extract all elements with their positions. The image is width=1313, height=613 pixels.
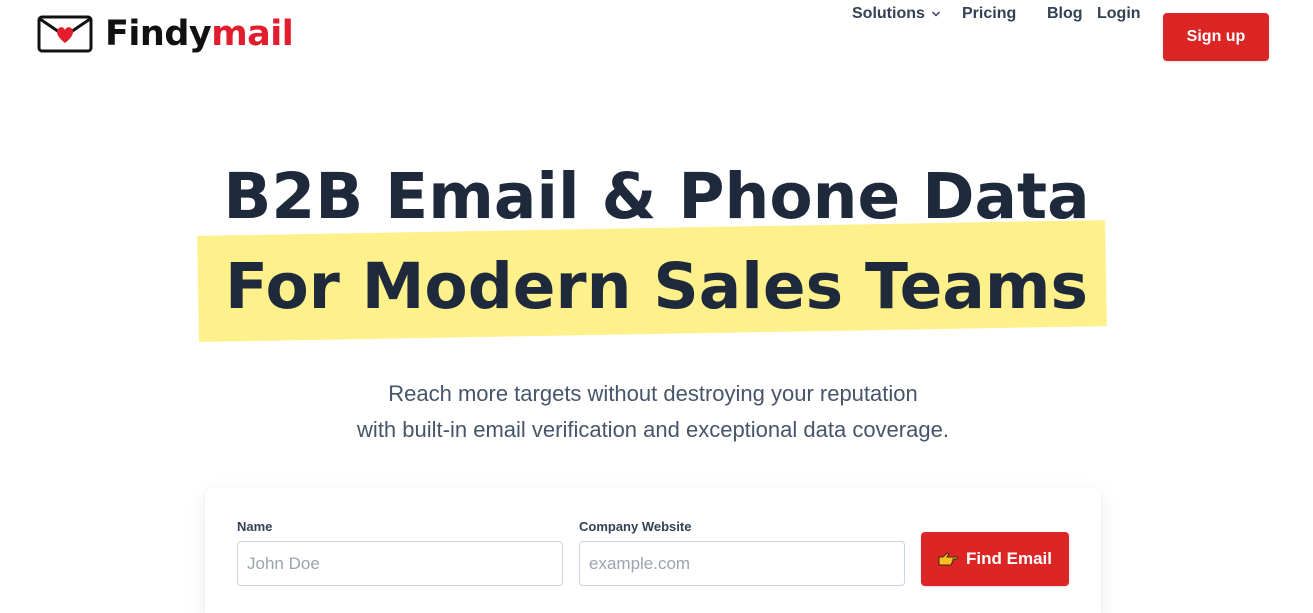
find-email-button[interactable]: Find Email: [921, 532, 1069, 586]
pointing-hand-icon: [938, 552, 959, 566]
chevron-down-icon: [931, 11, 940, 17]
company-website-input[interactable]: [579, 541, 905, 586]
name-label: Name: [237, 519, 273, 534]
site-header: Findymail Solutions Pricing Blog Login S…: [0, 0, 1313, 76]
nav-solutions[interactable]: Solutions: [852, 0, 941, 28]
signup-button[interactable]: Sign up: [1163, 13, 1269, 61]
company-website-label: Company Website: [579, 519, 692, 534]
envelope-heart-icon: [37, 15, 93, 53]
brand-wordmark: Findymail: [105, 14, 294, 54]
brand-name-part1: Findy: [105, 14, 212, 54]
nav-blog[interactable]: Blog: [1047, 0, 1083, 28]
brand-name-part2: mail: [211, 14, 294, 54]
nav-solutions-label: Solutions: [852, 5, 925, 22]
hero-title-line1: B2B Email & Phone Data: [223, 160, 1090, 233]
brand-logo[interactable]: Findymail: [37, 14, 294, 54]
hero-title-line2: For Modern Sales Teams: [224, 250, 1089, 323]
hero-subtitle: Reach more targets without destroying yo…: [0, 376, 1306, 448]
nav-pricing[interactable]: Pricing: [962, 0, 1016, 28]
hero-subtitle-line2: with built-in email verification and exc…: [357, 417, 949, 442]
find-email-label: Find Email: [966, 549, 1052, 568]
name-input[interactable]: [237, 541, 563, 586]
hero-subtitle-line1: Reach more targets without destroying yo…: [388, 381, 918, 406]
nav-login[interactable]: Login: [1097, 0, 1141, 28]
